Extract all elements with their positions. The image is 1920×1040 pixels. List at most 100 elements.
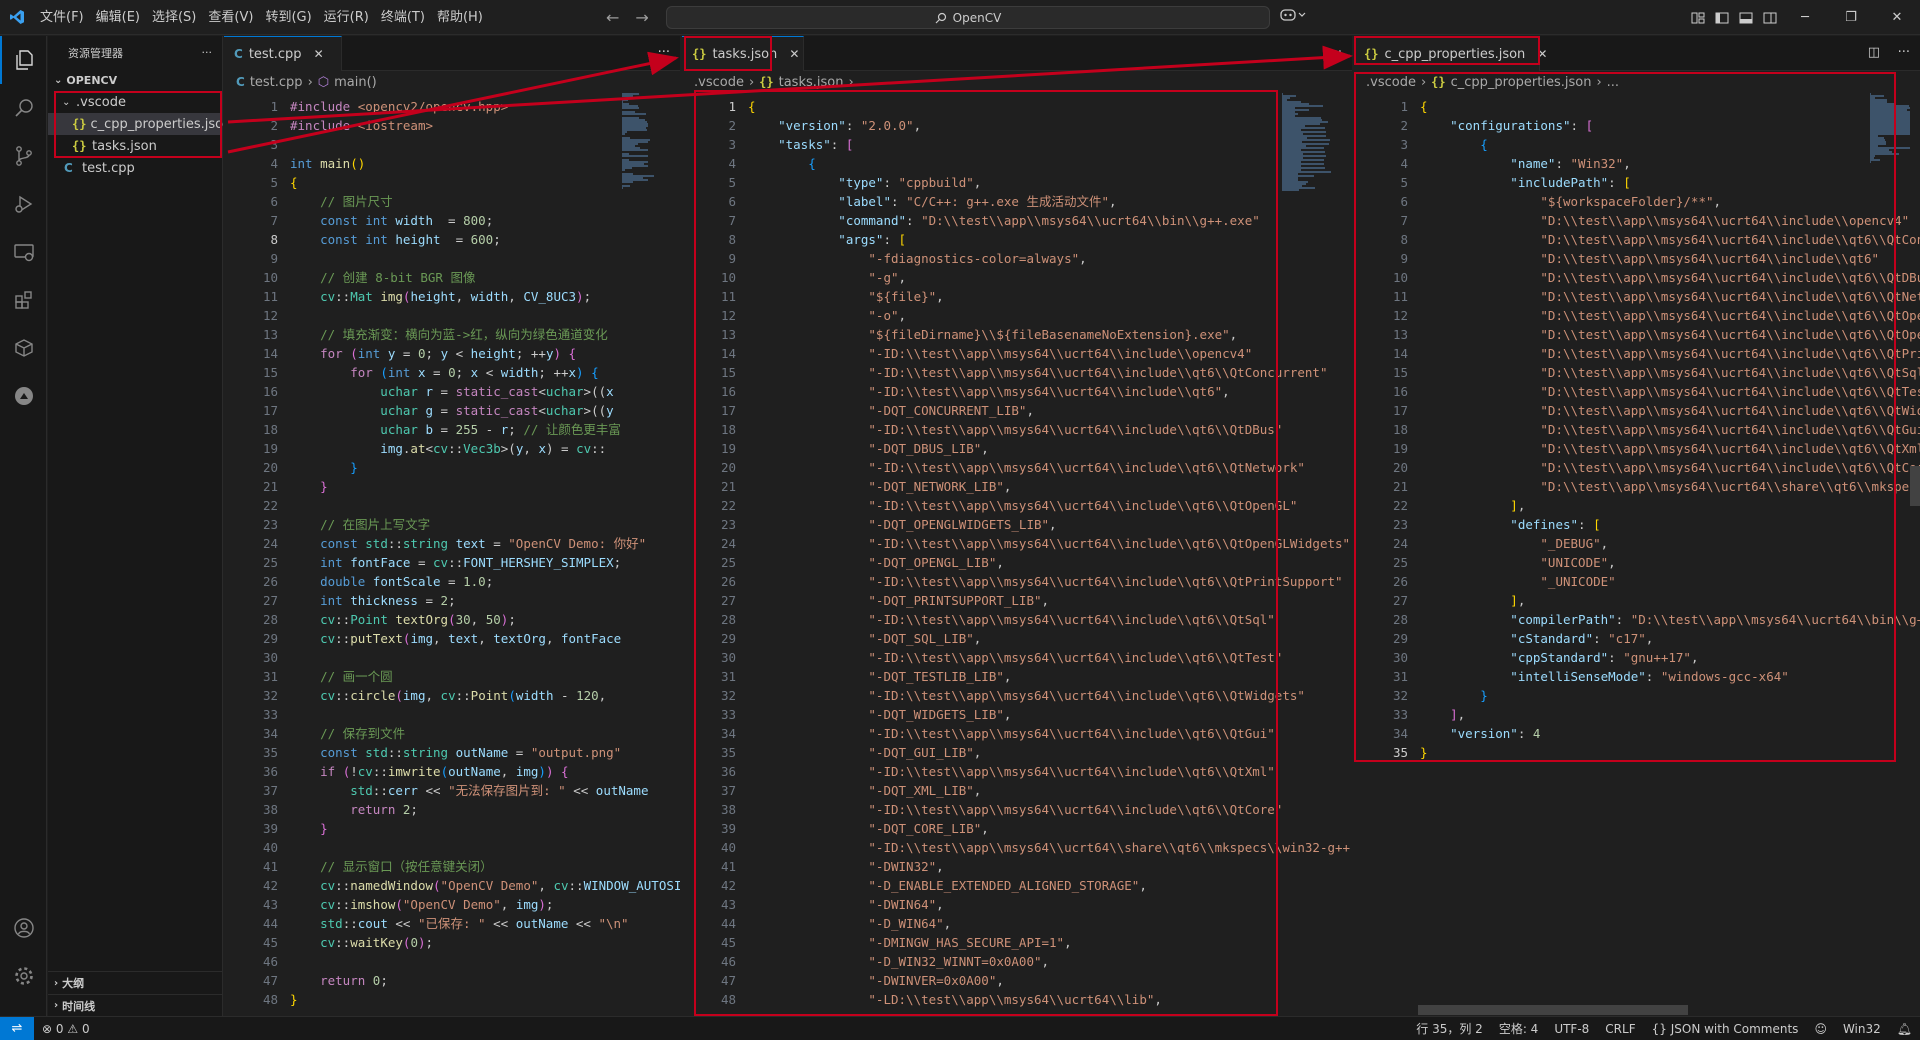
menu-run[interactable]: 运行(R) [318, 0, 375, 35]
toggle-panel-icon[interactable] [1734, 0, 1758, 35]
menu-edit[interactable]: 编辑(E) [90, 0, 146, 35]
close-icon[interactable]: ✕ [314, 47, 324, 61]
activity-bar [0, 36, 47, 1016]
breadcrumb-item[interactable]: .vscode [694, 75, 744, 90]
more-actions-icon[interactable]: ··· [1898, 45, 1910, 60]
cube-icon: ⬡ [317, 74, 330, 90]
workspace-root[interactable]: ⌄ OPENCV [48, 69, 222, 91]
vertical-scrollbar[interactable] [1910, 466, 1920, 506]
tab-label: tasks.json [712, 46, 778, 62]
code-line: "name": "Win32", [1420, 156, 1631, 171]
cursor-position[interactable]: 行 35，列 2 [1408, 1020, 1491, 1037]
command-center-search[interactable]: OpenCV [666, 6, 1270, 29]
toggle-primary-sidebar-icon[interactable] [1710, 0, 1734, 35]
breadcrumb-item[interactable]: test.cpp [250, 75, 303, 90]
copilot-status-icon[interactable]: ☺ [1806, 1022, 1835, 1036]
remote-dev-icon[interactable] [0, 372, 47, 420]
line-number: 39 [262, 821, 278, 836]
line-number: 11 [720, 289, 736, 304]
back-arrow-icon[interactable]: ← [606, 8, 619, 27]
more-actions-icon[interactable]: ··· [658, 45, 670, 60]
split-editor-icon[interactable]: ◫ [1868, 45, 1880, 60]
forward-arrow-icon[interactable]: → [635, 8, 648, 27]
file-test-cpp[interactable]: C test.cpp [48, 157, 222, 179]
line-number: 43 [720, 897, 736, 912]
menu-file[interactable]: 文件(F) [34, 0, 90, 35]
more-actions-icon[interactable]: ··· [202, 46, 213, 59]
menu-go[interactable]: 转到(G) [259, 0, 317, 35]
line-number: 8 [728, 232, 736, 247]
close-window-button[interactable]: ✕ [1874, 0, 1920, 35]
line-number: 2 [1400, 118, 1408, 133]
code-line: "tasks": [ [748, 137, 854, 152]
line-number: 21 [262, 479, 278, 494]
chevron-right-icon: › [307, 74, 313, 90]
language-mode[interactable]: {} JSON with Comments [1644, 1022, 1807, 1036]
remote-indicator-icon[interactable]: ⇌ [0, 1016, 34, 1040]
code-line: int fontFace = cv::FONT_HERSHEY_SIMPLEX; [290, 555, 622, 570]
problems-indicator[interactable]: ⊗ 0 ⚠ 0 [34, 1022, 98, 1036]
timeline-section[interactable]: › 时间线 [48, 994, 223, 1016]
breadcrumb: .vscode › {} tasks.json › [682, 71, 1352, 93]
menu-help[interactable]: 帮助(H) [431, 0, 489, 35]
toggle-secondary-sidebar-icon[interactable] [1758, 0, 1782, 35]
notifications-bell-icon[interactable]: 🔔︎ [1889, 1022, 1920, 1036]
line-number: 23 [1392, 517, 1408, 532]
code-line: "configurations": [ [1420, 118, 1594, 133]
tab-test-cpp[interactable]: C test.cpp ✕ [224, 36, 342, 71]
tab-c-cpp-properties[interactable]: {} c_cpp_properties.json ✕ [1354, 36, 1547, 71]
tab-tasks-json[interactable]: {} tasks.json ✕ [682, 36, 804, 71]
end-of-line[interactable]: CRLF [1597, 1022, 1643, 1036]
breadcrumb-item[interactable]: tasks.json [779, 75, 844, 90]
horizontal-scrollbar[interactable] [1418, 1005, 1688, 1015]
json-file-icon: {} [72, 117, 87, 131]
breadcrumb-item[interactable]: ... [1607, 75, 1619, 90]
cmake-icon[interactable] [0, 324, 47, 372]
extensions-icon[interactable] [0, 276, 47, 324]
code-editor[interactable]: 1 #include <opencv2/opencv.hpp> 2 #include … [224, 93, 680, 1016]
menu-view[interactable]: 查看(V) [202, 0, 259, 35]
menu-selection[interactable]: 选择(S) [146, 0, 202, 35]
outline-section[interactable]: › 大纲 [48, 972, 223, 994]
indentation[interactable]: 空格: 4 [1491, 1020, 1547, 1037]
code-line: "-DWIN32", [748, 859, 944, 874]
line-number: 40 [262, 840, 278, 855]
breadcrumb-item[interactable]: .vscode [1366, 75, 1416, 90]
minimap[interactable] [1280, 93, 1340, 193]
minimize-button[interactable]: ─ [1782, 0, 1828, 35]
run-debug-icon[interactable] [0, 180, 47, 228]
account-icon[interactable] [0, 904, 47, 952]
line-number: 10 [262, 270, 278, 285]
breadcrumb-item[interactable]: c_cpp_properties.json [1451, 75, 1592, 90]
line-number: 28 [1392, 612, 1408, 627]
settings-gear-icon[interactable] [0, 952, 47, 1000]
more-actions-icon[interactable]: ··· [1330, 45, 1342, 60]
breadcrumb-item[interactable]: main() [334, 75, 377, 90]
source-control-icon[interactable] [0, 132, 47, 180]
restore-button[interactable]: ❐ [1828, 0, 1874, 35]
close-icon[interactable]: ✕ [1537, 47, 1547, 61]
line-number: 6 [728, 194, 736, 209]
line-number: 32 [262, 688, 278, 703]
file-c-cpp-properties[interactable]: {} c_cpp_properties.json [48, 113, 231, 135]
menu-terminal[interactable]: 终端(T) [375, 0, 431, 35]
minimap-line [622, 149, 648, 151]
close-icon[interactable]: ✕ [789, 47, 799, 61]
folder-vscode[interactable]: ⌄ .vscode [48, 91, 222, 113]
code-line: ], [1420, 707, 1466, 722]
search-icon[interactable] [0, 84, 47, 132]
code-editor[interactable]: 1 {2 "configurations": [3 {4 "name": "Win… [1354, 93, 1920, 1016]
minimap[interactable] [1868, 93, 1912, 193]
remote-explorer-icon[interactable] [0, 228, 47, 276]
line-number: 13 [1392, 327, 1408, 342]
minimap[interactable] [620, 93, 668, 193]
layout-customize-icon[interactable] [1686, 0, 1710, 35]
code-editor[interactable]: 1{2 "version": "2.0.0", 3 "tasks": [4 {5 … [682, 93, 1352, 1016]
copilot-icon[interactable] [1280, 7, 1306, 27]
explorer-icon[interactable] [0, 36, 47, 84]
line-number: 7 [728, 213, 736, 228]
line-number: 47 [262, 973, 278, 988]
encoding[interactable]: UTF-8 [1546, 1022, 1597, 1036]
file-tasks-json[interactable]: {} tasks.json [48, 135, 222, 157]
cpp-configuration[interactable]: Win32 [1835, 1022, 1889, 1036]
